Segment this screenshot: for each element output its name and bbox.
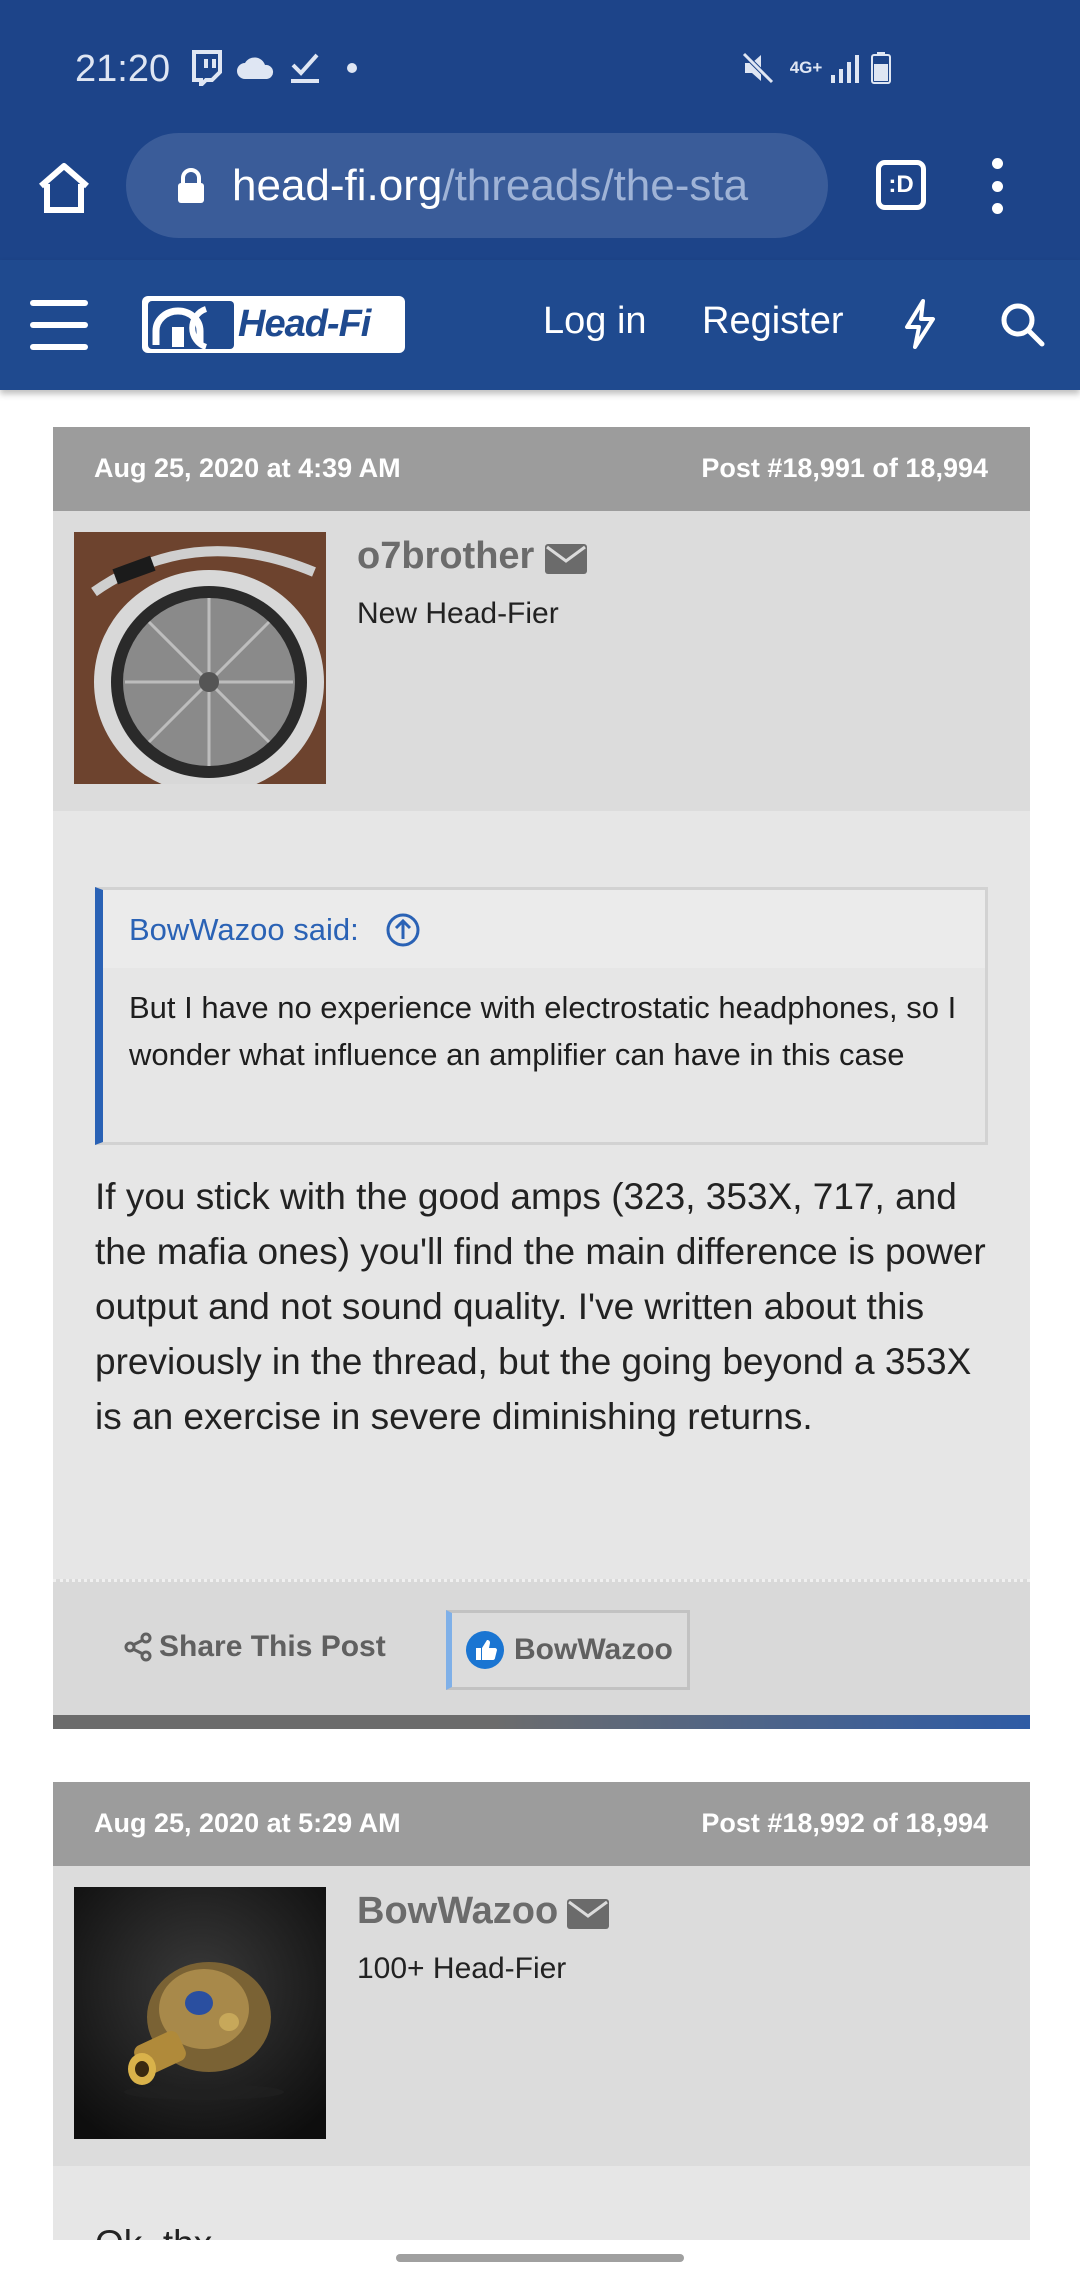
share-post-button[interactable]: Share This Post (123, 1630, 386, 1664)
post: Aug 25, 2020 at 4:39 AM Post #18,991 of … (53, 427, 1030, 1729)
site-header: Head-Fi Log in Register (0, 260, 1080, 390)
share-icon (124, 1632, 152, 1662)
mail-icon[interactable] (567, 1899, 609, 1929)
mute-icon (740, 48, 776, 88)
username[interactable]: o7brother (357, 535, 534, 578)
status-time: 21:20 (75, 48, 171, 90)
post-footer: Share This Post BowWazoo (53, 1579, 1030, 1715)
user-info: BowWazoo 100+ Head-Fier (53, 1866, 1030, 2166)
post: Aug 25, 2020 at 5:29 AM Post #18,992 of … (53, 1782, 1030, 2252)
post-date[interactable]: Aug 25, 2020 at 5:29 AM (94, 1808, 401, 1839)
lightning-icon[interactable] (892, 294, 948, 354)
jump-to-quote-icon[interactable] (385, 912, 421, 948)
address-bar[interactable]: head-fi.org/threads/the-sta (126, 133, 828, 238)
notification-dot-icon (344, 48, 360, 88)
url-text: head-fi.org/threads/the-sta (232, 161, 748, 211)
avatar[interactable] (74, 1887, 326, 2139)
post-header: Aug 25, 2020 at 4:39 AM Post #18,991 of … (53, 427, 1030, 511)
network-type-label: 4G+ (789, 58, 823, 77)
liked-by-user[interactable]: BowWazoo (514, 1633, 673, 1667)
browser-chrome: 21:20 4G+ head-fi.org/threads/the-sta:D (0, 0, 1080, 260)
home-indicator[interactable] (396, 2254, 684, 2262)
lock-icon (174, 166, 208, 206)
register-link[interactable]: Register (702, 300, 844, 343)
user-title: New Head-Fier (357, 597, 559, 630)
post-number[interactable]: Post #18,991 of 18,994 (701, 453, 988, 484)
post-message: If you stick with the good amps (323, 35… (95, 1176, 986, 1437)
quote-text: But I have no experience with electrosta… (129, 990, 957, 1072)
reaction-button[interactable]: BowWazoo (446, 1610, 690, 1690)
quote-header: BowWazoo said: (103, 890, 985, 968)
headphones-logo-icon (148, 300, 234, 349)
user-info: o7brother New Head-Fier (53, 511, 1030, 811)
tab-switcher-button[interactable]: :D (876, 160, 926, 210)
status-bar: 21:20 4G+ (0, 0, 1080, 130)
post-body: BowWazoo said: But I have no experience … (53, 811, 1030, 1588)
url-path: /threads/the-sta (442, 160, 749, 210)
home-button[interactable] (28, 152, 100, 224)
browser-menu-button[interactable] (985, 158, 1009, 214)
post-number[interactable]: Post #18,992 of 18,994 (701, 1808, 988, 1839)
cloud-icon (234, 48, 276, 88)
share-label: Share This Post (159, 1630, 386, 1663)
thumbs-up-icon (466, 1631, 504, 1669)
hamburger-menu-icon[interactable] (30, 300, 88, 350)
battery-icon (868, 48, 894, 88)
username[interactable]: BowWazoo (357, 1890, 558, 1933)
post-header: Aug 25, 2020 at 5:29 AM Post #18,992 of … (53, 1782, 1030, 1866)
mail-icon[interactable] (545, 544, 587, 574)
post-date[interactable]: Aug 25, 2020 at 4:39 AM (94, 453, 401, 484)
twitch-icon (188, 48, 224, 88)
signal-icon (828, 48, 864, 88)
login-link[interactable]: Log in (543, 300, 647, 343)
post-divider (53, 1715, 1030, 1729)
user-title: 100+ Head-Fier (357, 1952, 567, 1985)
task-check-icon (288, 48, 322, 88)
search-icon[interactable] (994, 294, 1050, 354)
logo-text: Head-Fi (238, 303, 371, 345)
blockquote: BowWazoo said: But I have no experience … (95, 887, 988, 1145)
url-host: head-fi.org (232, 160, 443, 210)
quote-author-link[interactable]: BowWazoo said: (129, 912, 359, 948)
avatar[interactable] (74, 532, 326, 784)
site-logo[interactable]: Head-Fi (142, 296, 405, 353)
